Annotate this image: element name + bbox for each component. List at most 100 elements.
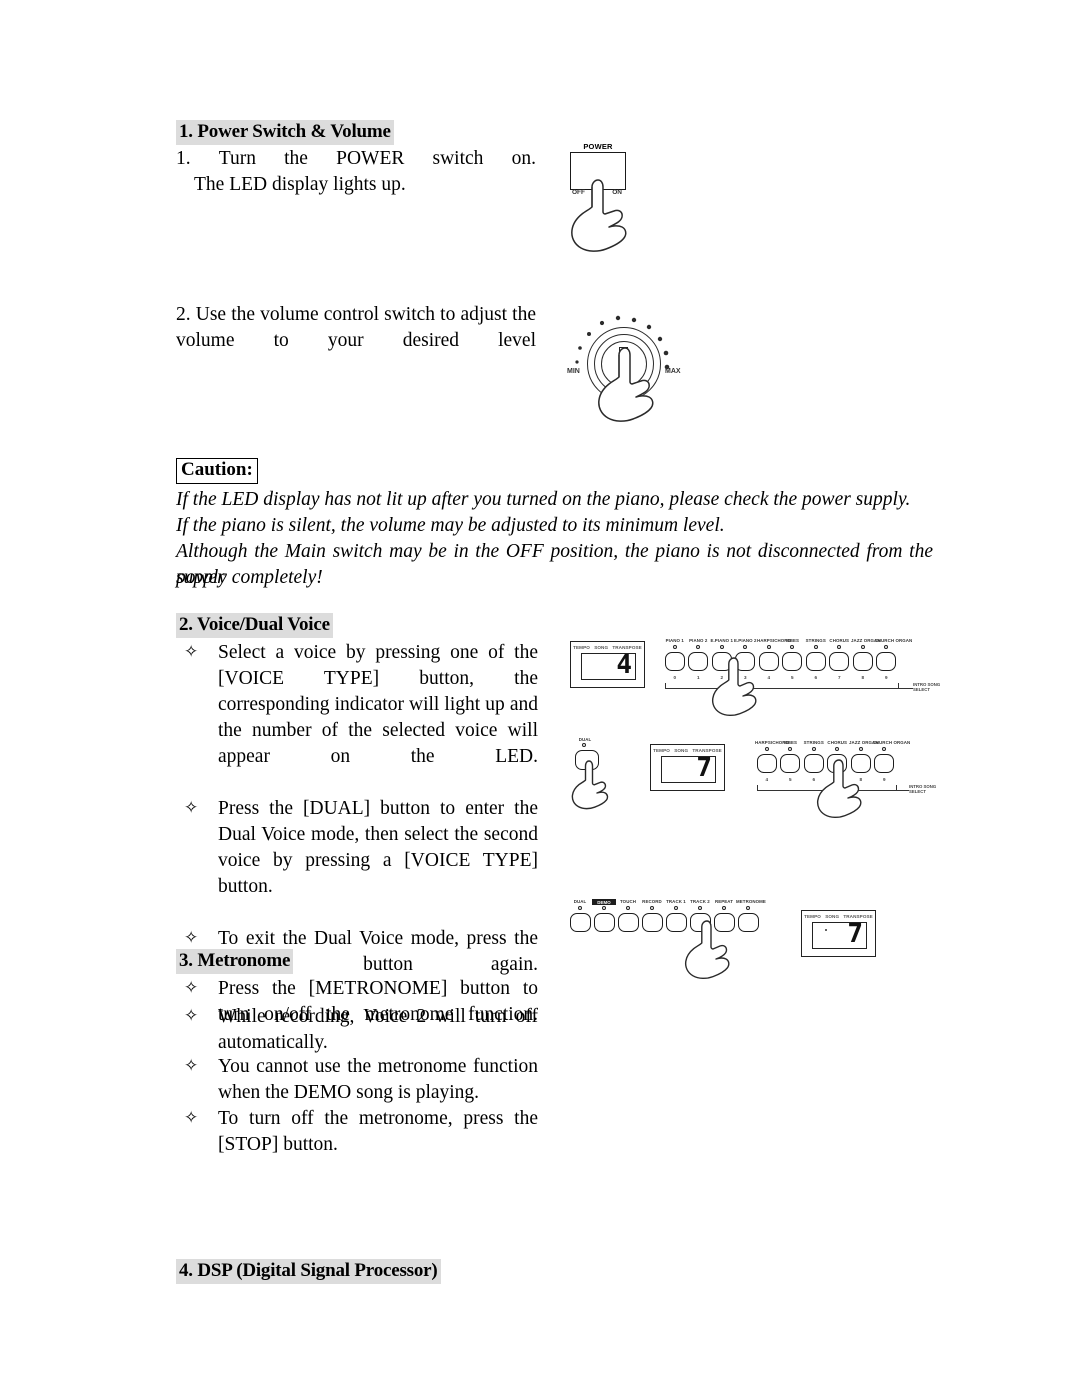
panel-button-label: HARPSICHORD [755,740,789,745]
led-value: 7 [696,756,712,783]
led-tag-tempo: TEMPO [573,645,590,650]
panel-button-label: PIANO 2 [689,638,708,643]
led-display-panel: TEMPO SONG TRANSPOSE 7 [801,910,876,957]
panel-button-indicator-led-icon [788,747,793,752]
list-item: ✧ Press the [DUAL] button to enter the D… [176,796,538,926]
caution-line-4: supply completely! [176,567,323,588]
dual-button-diagram: DUAL [570,737,616,810]
panel-button-cap[interactable] [641,913,663,932]
voice-row-annotation-line2: SELECT [913,687,930,692]
step-1-word-power: POWER [336,148,405,169]
caution-line-1: If the LED display has not lit up after … [176,489,911,510]
led-tag-row: TEMPO SONG TRANSPOSE [802,914,875,919]
voice-row-annotation: INTRO SONG SELECT [909,784,936,794]
panel-button-indicator-led-icon [811,747,816,752]
dual-button-label: DUAL [578,737,592,742]
led-tag-song: SONG [825,914,840,919]
panel-button-label: E.PIANO 2 [733,638,757,643]
pointing-hand-icon [681,919,743,981]
panel-button-indicator-led-icon [672,645,677,650]
step-1-word-the: the [284,148,308,169]
caution-label-box: Caution: [176,458,258,484]
panel-button-label: METRONOME [736,899,766,904]
panel-button-cap[interactable] [756,754,777,773]
panel-button-indicator-led-icon [766,645,771,650]
panel-button-label: JAZZ ORGAN [849,740,879,745]
voice-type-button-row-partial: HARPSICHORD4VIBES5STRINGS6CHORUS7JAZZ OR… [755,740,936,818]
volume-min-label: MIN [567,368,580,375]
panel-button-cap[interactable] [664,652,685,671]
panel-button-indicator-led-icon [835,747,840,752]
panel-button-label: TOUCH [619,899,637,904]
panel-button-cap[interactable] [829,652,850,671]
panel-button-cap[interactable] [593,913,615,932]
step-2-text: 2. Use the volume control switch to adju… [176,304,536,351]
panel-button-number: 4 [765,777,769,782]
pointing-hand-icon [708,656,770,718]
list-item: ✧ Select a voice by pressing one of the … [176,640,538,796]
voice-row-annotation-leader [897,790,909,791]
list-item-text: Press the [METRONOME] button to turn on/… [218,978,538,1025]
manual-page: 1. Power Switch & Volume 1. Turn the POW… [0,0,1080,1397]
led-tag-transpose: TRANSPOSE [612,645,642,650]
section-heading-dsp: 4. DSP (Digital Signal Processor) [176,1259,441,1284]
panel-button-number: 5 [788,777,792,782]
panel-button-label: CHURCH ORGAN [874,638,913,643]
panel-button-indicator-led-icon [884,645,889,650]
panel-button-indicator-led-icon [697,906,703,911]
led-digit-window: 7 [812,922,867,949]
pointing-hand-icon [591,346,671,426]
panel-button-cap[interactable] [780,754,801,773]
list-item-text: You cannot use the metronome function wh… [218,1056,538,1103]
led-tag-transpose: TRANSPOSE [692,748,722,753]
list-item-text: Select a voice by pressing one of the [V… [218,642,538,767]
led-digit-window: 7 [661,756,716,783]
panel-button-number: 6 [814,675,818,680]
section-heading-voice-dual-voice: 2. Voice/Dual Voice [176,613,333,638]
list-item-text: Press the [DUAL] button to enter the Dua… [218,798,538,897]
panel-button-cap[interactable] [874,754,895,773]
pointing-hand-icon [568,178,640,254]
function-button-row: DUAL DEMO TOUCH RECORD TRACK 1 TRACK 2 REPEAT M… [568,899,768,979]
panel-button-cap[interactable] [688,652,709,671]
panel-button-label: VIBES [783,740,798,745]
step-1-word-turn: Turn [218,148,256,169]
panel-button-label: STRINGS [805,638,826,643]
panel-button-cap[interactable] [782,652,803,671]
panel-button-label: REPEAT [714,899,734,904]
list-item: ✧ Press the [METRONOME] button to turn o… [176,976,538,1054]
pointing-hand-icon [568,759,618,815]
voice-row-bracket [665,683,899,689]
voice-row-annotation: INTRO SONG SELECT [913,682,940,692]
panel-button-indicator-led-icon [721,906,727,911]
panel-button-cap[interactable] [852,652,873,671]
panel-button-label: E.PIANO 1 [710,638,734,643]
panel-button-indicator-led-icon [625,906,631,911]
panel-button-label: DEMO [592,899,616,905]
diamond-bullet-icon: ✧ [184,928,199,947]
step-1-number: 1. [176,148,191,169]
panel-button-indicator-led-icon [745,906,751,911]
panel-button-label: TRACK 1 [666,899,686,904]
panel-button-cap[interactable] [617,913,639,932]
panel-button-indicator-led-icon [649,906,655,911]
panel-button-indicator-led-icon [577,906,583,911]
diamond-bullet-icon: ✧ [184,978,199,997]
panel-button-number: 0 [673,675,677,680]
panel-button-number: 7 [837,675,841,680]
panel-button-cap[interactable] [805,652,826,671]
panel-button-cap[interactable] [876,652,897,671]
led-tag-transpose: TRANSPOSE [843,914,873,919]
led-digit-window: 4 [581,653,636,680]
diamond-bullet-icon: ✧ [184,798,199,817]
panel-button-label: HARPSICHORD [757,638,791,643]
panel-button-indicator-led-icon [837,645,842,650]
led-display-panel: TEMPO SONG TRANSPOSE 7 [650,744,725,791]
step-1-word-switch: switch [432,148,484,169]
led-display-panel: TEMPO SONG TRANSPOSE 4 [570,641,645,688]
panel-button-number: 9 [882,777,886,782]
led-tag-tempo: TEMPO [653,748,670,753]
panel-button-number: 9 [884,675,888,680]
panel-button-cap[interactable] [569,913,591,932]
power-switch-title-label: POWER [583,142,613,151]
